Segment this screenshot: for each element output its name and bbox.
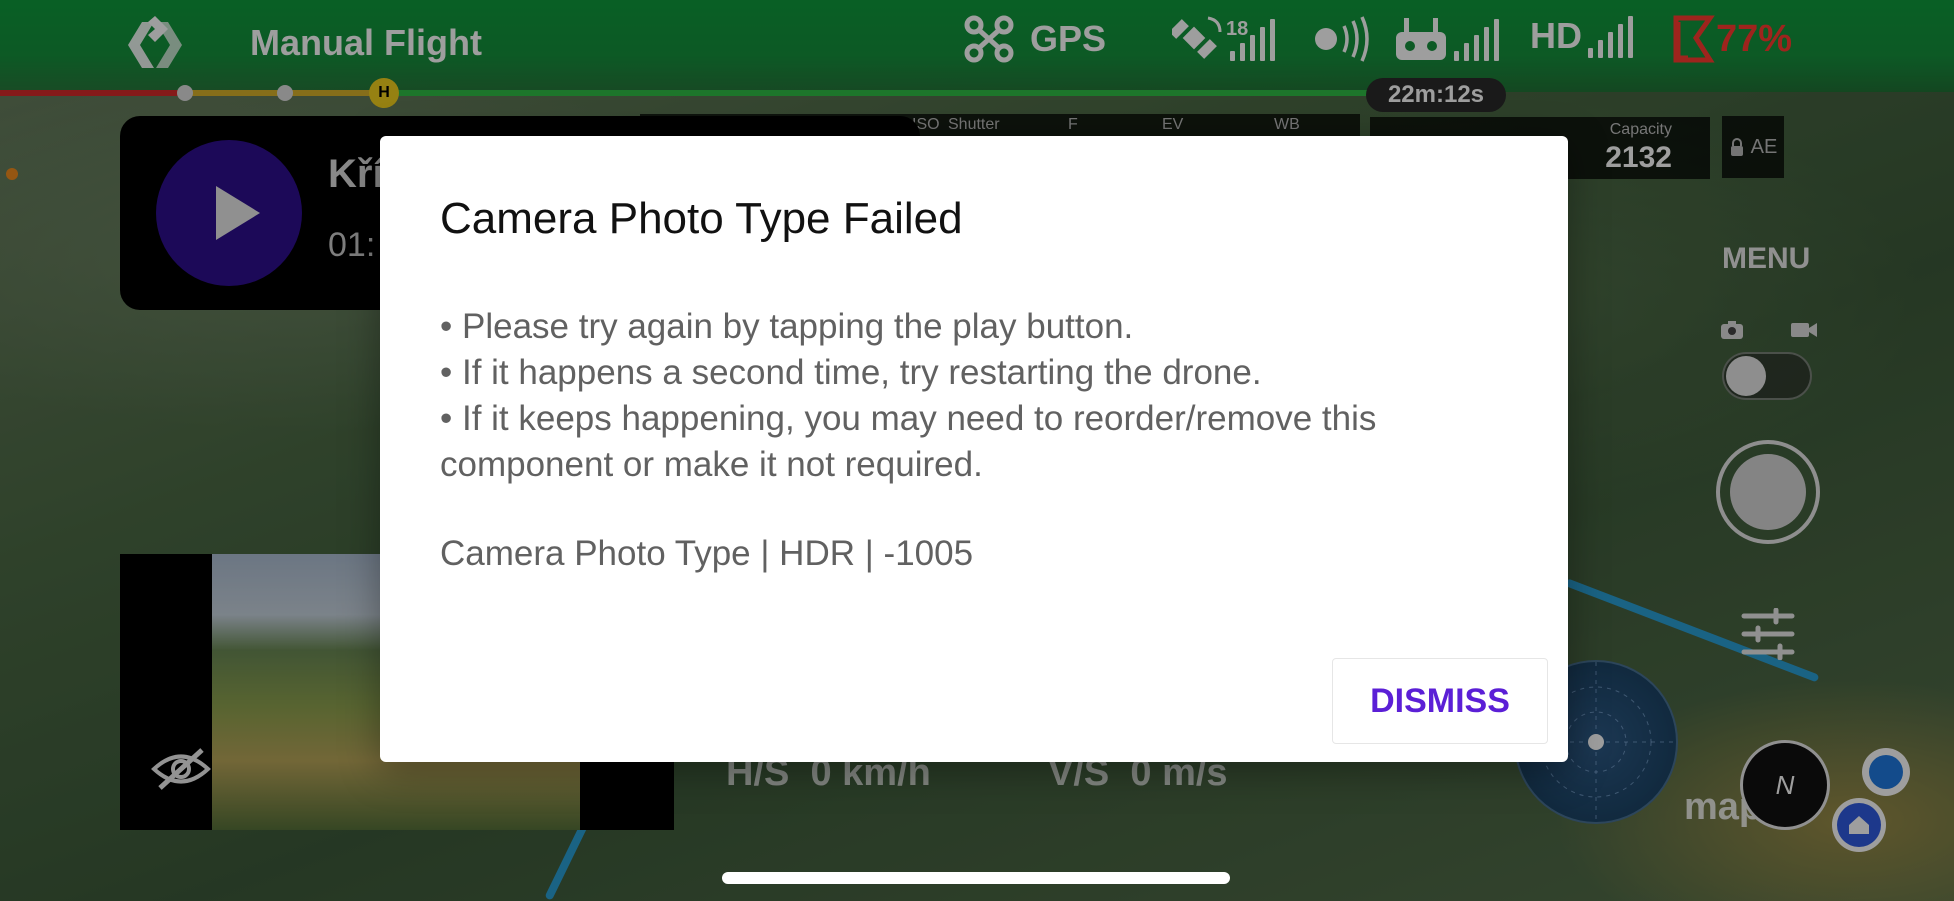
dialog-bullet: • Please try again by tapping the play b… [440,307,1134,346]
dialog-bullet: • If it keeps happening, you may need to… [440,399,1377,484]
dismiss-button[interactable]: DISMISS [1332,658,1548,744]
dialog-bullet: • If it happens a second time, try resta… [440,353,1262,392]
error-dialog: Camera Photo Type Failed • Please try ag… [380,136,1568,762]
dialog-error-code: Camera Photo Type | HDR | -1005 [440,534,974,573]
dialog-message: • Please try again by tapping the play b… [440,304,1530,488]
home-indicator[interactable] [722,872,1230,884]
dialog-title: Camera Photo Type Failed [440,194,963,243]
